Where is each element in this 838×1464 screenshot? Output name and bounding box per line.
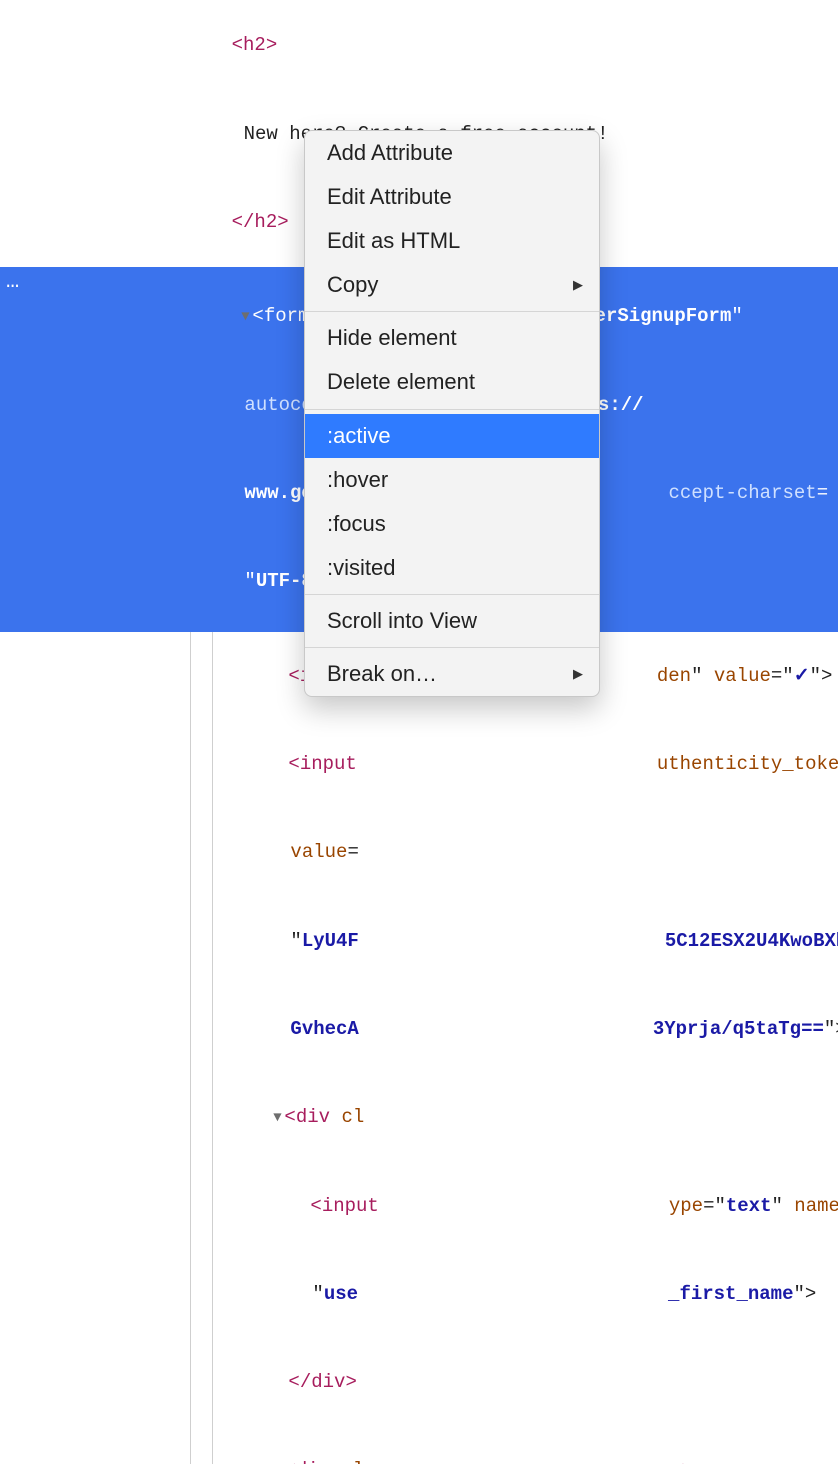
dom-line-inner-input-1[interactable]: <inputype="text" name= [0, 1162, 838, 1250]
dom-line-input-token-1[interactable]: <inpututhenticity_token" [0, 721, 838, 809]
ctx-force-visited[interactable]: :visited [305, 546, 599, 590]
dom-line-inner-input-2[interactable]: "use_first_name"> [0, 1250, 838, 1338]
dom-line-input-token-3[interactable]: "LyU4F5C12ESX2U4KwoBXhZH [0, 897, 838, 985]
expand-caret-icon[interactable] [270, 1108, 284, 1130]
ctx-scroll-into-view[interactable]: Scroll into View [305, 599, 599, 643]
dom-line-div-collapsed-1[interactable]: <div clv> [0, 1427, 838, 1464]
ctx-force-active[interactable]: :active [305, 414, 599, 458]
dom-line-div-field-open[interactable]: <div cl [0, 1074, 838, 1162]
context-menu: Add Attribute Edit Attribute Edit as HTM… [304, 130, 600, 697]
ctx-copy[interactable]: Copy [305, 263, 599, 307]
dom-line-input-token-4[interactable]: GvhecA3Yprja/q5taTg=="> [0, 985, 838, 1073]
ctx-edit-as-html[interactable]: Edit as HTML [305, 219, 599, 263]
menu-separator [305, 311, 599, 312]
menu-separator [305, 647, 599, 648]
dom-line-div-close-1[interactable]: </div> [0, 1339, 838, 1427]
form-children: <inputden" value="✓"> <inpututhenticity_… [0, 632, 838, 1464]
ctx-delete-element[interactable]: Delete element [305, 360, 599, 404]
dom-line-input-token-2[interactable]: value= [0, 809, 838, 897]
ctx-hide-element[interactable]: Hide element [305, 316, 599, 360]
ctx-force-focus[interactable]: :focus [305, 502, 599, 546]
dom-line-h2-open[interactable]: <h2> [0, 2, 838, 90]
expand-caret-icon[interactable] [238, 307, 252, 329]
expand-caret-icon[interactable] [270, 1461, 284, 1464]
menu-separator [305, 409, 599, 410]
ctx-break-on[interactable]: Break on… [305, 652, 599, 696]
ctx-edit-attribute[interactable]: Edit Attribute [305, 175, 599, 219]
menu-separator [305, 594, 599, 595]
ctx-force-hover[interactable]: :hover [305, 458, 599, 502]
ctx-add-attribute[interactable]: Add Attribute [305, 131, 599, 175]
